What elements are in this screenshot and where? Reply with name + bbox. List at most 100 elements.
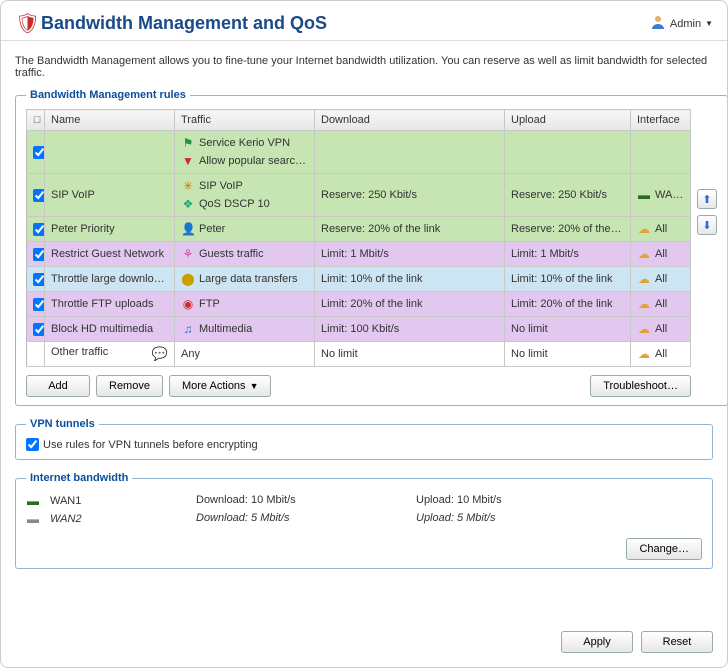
- rules-header-row: ☐ Name Traffic Download Upload Interface: [27, 110, 691, 131]
- row-enable-checkbox[interactable]: [33, 146, 45, 159]
- row-traffic-cell[interactable]: ⚘Guests traffic: [175, 242, 315, 267]
- vpn-checkbox-row[interactable]: Use rules for VPN tunnels before encrypt…: [26, 438, 702, 451]
- col-check[interactable]: ☐: [27, 110, 45, 131]
- table-row[interactable]: SIP VoIP✳SIP VoIP❖QoS DSCP 10Reserve: 25…: [27, 174, 691, 217]
- page-title: Bandwidth Management and QoS: [41, 13, 650, 34]
- remove-button[interactable]: Remove: [96, 375, 163, 397]
- row-check-cell: [27, 267, 45, 292]
- row-upload-cell[interactable]: [505, 131, 631, 174]
- vpn-checkbox-label: Use rules for VPN tunnels before encrypt…: [43, 439, 258, 451]
- row-enable-checkbox[interactable]: [33, 323, 45, 336]
- row-interface-cell[interactable]: ▬WAN1: [631, 174, 691, 217]
- row-name-cell[interactable]: Other traffic💬: [45, 342, 175, 367]
- bandwidth-interface-name: ▬WAN1: [26, 494, 196, 508]
- row-interface-cell[interactable]: ☁All: [631, 217, 691, 242]
- table-row[interactable]: Other traffic💬AnyNo limitNo limit☁All: [27, 342, 691, 367]
- traffic-item: ♫Multimedia: [181, 320, 308, 338]
- row-check-cell: [27, 317, 45, 342]
- row-upload-cell[interactable]: Limit: 10% of the link: [505, 267, 631, 292]
- row-enable-checkbox[interactable]: [33, 273, 45, 286]
- more-actions-label: More Actions: [182, 380, 246, 392]
- row-traffic-cell[interactable]: ◉FTP: [175, 292, 315, 317]
- traffic-label: Peter: [199, 223, 225, 235]
- col-traffic[interactable]: Traffic: [175, 110, 315, 131]
- table-row[interactable]: Throttle large downloa…⬤Large data trans…: [27, 267, 691, 292]
- col-name[interactable]: Name: [45, 110, 175, 131]
- col-upload[interactable]: Upload: [505, 110, 631, 131]
- row-enable-checkbox[interactable]: [33, 248, 45, 261]
- row-upload-cell[interactable]: Limit: 20% of the link: [505, 292, 631, 317]
- col-interface[interactable]: Interface: [631, 110, 691, 131]
- row-traffic-cell[interactable]: ♫Multimedia: [175, 317, 315, 342]
- row-interface-cell[interactable]: ☁All: [631, 317, 691, 342]
- chevron-down-icon: ▼: [705, 19, 713, 28]
- row-interface-cell[interactable]: ☁All: [631, 267, 691, 292]
- change-button[interactable]: Change…: [626, 538, 702, 560]
- apply-button[interactable]: Apply: [561, 631, 633, 653]
- row-download-cell[interactable]: Limit: 10% of the link: [315, 267, 505, 292]
- row-name-cell[interactable]: Peter Priority: [45, 217, 175, 242]
- header-bar: 🛡 Bandwidth Management and QoS Admin ▼: [1, 1, 727, 41]
- row-interface-cell[interactable]: ☁All: [631, 242, 691, 267]
- row-enable-checkbox[interactable]: [33, 189, 45, 202]
- row-download-cell[interactable]: Reserve: 20% of the link: [315, 217, 505, 242]
- col-download[interactable]: Download: [315, 110, 505, 131]
- row-enable-checkbox[interactable]: [33, 298, 45, 311]
- traffic-label: FTP: [199, 298, 220, 310]
- add-button[interactable]: Add: [26, 375, 90, 397]
- row-enable-checkbox[interactable]: [33, 223, 45, 236]
- table-row[interactable]: Throttle FTP uploads◉FTPLimit: 20% of th…: [27, 292, 691, 317]
- vpn-checkbox[interactable]: [26, 438, 39, 451]
- interface-label: All: [655, 323, 667, 335]
- traffic-item: Any: [181, 345, 308, 363]
- wan-icon: ▬: [26, 512, 40, 526]
- row-interface-cell[interactable]: ☁All: [631, 292, 691, 317]
- admin-menu[interactable]: Admin ▼: [650, 14, 713, 33]
- row-name-cell[interactable]: Block HD multimedia: [45, 317, 175, 342]
- move-up-button[interactable]: ⬆: [697, 189, 717, 209]
- troubleshoot-button[interactable]: Troubleshoot…: [590, 375, 691, 397]
- row-traffic-cell[interactable]: Any: [175, 342, 315, 367]
- row-name-cell[interactable]: SIP VoIP: [45, 174, 175, 217]
- bandwidth-download: Download: 5 Mbit/s: [196, 512, 416, 526]
- row-interface-cell[interactable]: [631, 131, 691, 174]
- content-area: The Bandwidth Management allows you to f…: [1, 41, 727, 591]
- move-down-button[interactable]: ⬇: [697, 215, 717, 235]
- row-interface-cell[interactable]: ☁All: [631, 342, 691, 367]
- row-download-cell[interactable]: Reserve: 250 Kbit/s: [315, 174, 505, 217]
- row-upload-cell[interactable]: Limit: 1 Mbit/s: [505, 242, 631, 267]
- row-check-cell: [27, 131, 45, 174]
- row-upload-cell[interactable]: Reserve: 20% of the …: [505, 217, 631, 242]
- row-traffic-cell[interactable]: ⚑Service Kerio VPN▼Allow popular searc…: [175, 131, 315, 174]
- arrow-down-icon: ⬇: [702, 219, 711, 232]
- traffic-label: Large data transfers: [199, 273, 297, 285]
- row-traffic-cell[interactable]: ✳SIP VoIP❖QoS DSCP 10: [175, 174, 315, 217]
- table-row[interactable]: ⚑Service Kerio VPN▼Allow popular searc…: [27, 131, 691, 174]
- row-name-cell[interactable]: Throttle FTP uploads: [45, 292, 175, 317]
- vpn-plug-icon: ⚑: [181, 136, 195, 150]
- row-download-cell[interactable]: [315, 131, 505, 174]
- table-row[interactable]: Block HD multimedia ♫Multimedia Limit: 100…: [27, 317, 691, 342]
- row-download-cell[interactable]: Limit: 100 Kbit/s: [315, 317, 505, 342]
- traffic-item: ✳SIP VoIP: [181, 177, 308, 195]
- row-name-cell[interactable]: Throttle large downloa…: [45, 267, 175, 292]
- row-name-cell[interactable]: Restrict Guest Network: [45, 242, 175, 267]
- table-row[interactable]: Restrict Guest Network⚘Guests trafficLim…: [27, 242, 691, 267]
- row-upload-cell[interactable]: No limit: [505, 317, 631, 342]
- row-name-label: Other traffic: [51, 346, 108, 358]
- row-name-label: Restrict Guest Network: [51, 248, 164, 260]
- more-actions-button[interactable]: More Actions ▼: [169, 375, 272, 397]
- interface-label: WAN1: [655, 189, 686, 201]
- row-upload-cell[interactable]: Reserve: 250 Kbit/s: [505, 174, 631, 217]
- row-download-cell[interactable]: Limit: 1 Mbit/s: [315, 242, 505, 267]
- table-row[interactable]: Peter Priority👤PeterReserve: 20% of the …: [27, 217, 691, 242]
- guests-icon: ⚘: [181, 247, 195, 261]
- row-download-cell[interactable]: Limit: 20% of the link: [315, 292, 505, 317]
- reset-button[interactable]: Reset: [641, 631, 713, 653]
- row-name-cell[interactable]: [45, 131, 175, 174]
- row-upload-cell[interactable]: No limit: [505, 342, 631, 367]
- sip-voip-icon: ✳: [181, 179, 195, 193]
- row-download-cell[interactable]: No limit: [315, 342, 505, 367]
- row-traffic-cell[interactable]: ⬤Large data transfers: [175, 267, 315, 292]
- row-traffic-cell[interactable]: 👤Peter: [175, 217, 315, 242]
